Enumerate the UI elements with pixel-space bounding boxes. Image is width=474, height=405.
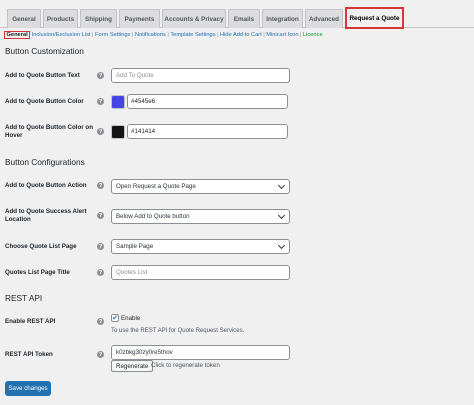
quote-list-title-input[interactable]: Quotes List	[111, 265, 290, 280]
chevron-down-icon	[277, 241, 286, 250]
alert-location-value: Below Add to Quote button	[116, 213, 190, 220]
subnav-licence[interactable]: Licence	[303, 32, 323, 38]
help-icon[interactable]: ?	[97, 318, 104, 325]
subnav-notifications[interactable]: Notifications	[135, 32, 166, 38]
subnav-hide-add-to-cart[interactable]: Hide Add to Cart	[220, 32, 262, 38]
label-button-hover-color: Add to Quote Button Color on Hover	[5, 124, 93, 139]
label-quote-list-title: Quotes List Page Title	[5, 269, 70, 276]
help-icon[interactable]: ?	[97, 128, 104, 135]
button-color-input[interactable]: #4545e6	[127, 94, 288, 109]
quote-list-page-select[interactable]: Sample Page	[111, 239, 290, 254]
subnav-general[interactable]: General	[4, 31, 31, 39]
button-text-input[interactable]: Add To Quote	[111, 68, 290, 83]
settings-tabs: General Products Shipping Payments Accou…	[0, 7, 474, 29]
section-button-configurations: Button Configurations	[5, 157, 85, 167]
chevron-down-icon	[277, 211, 286, 220]
enable-rest-api-checkbox[interactable]: ✔	[111, 314, 119, 322]
help-icon[interactable]: ?	[97, 269, 104, 276]
section-rest-api: REST API	[5, 293, 43, 303]
label-rest-api-token: REST API Token	[5, 351, 53, 358]
alert-location-select[interactable]: Below Add to Quote button	[111, 209, 290, 224]
tab-request-a-quote[interactable]: Request a Quote	[345, 7, 404, 29]
tab-accounts-privacy[interactable]: Accounts & Privacy	[162, 9, 226, 28]
button-hover-color-input[interactable]: #141414	[127, 124, 288, 139]
subnav-minicart-icon[interactable]: Minicart Icon	[266, 32, 298, 38]
tab-emails[interactable]: Emails	[228, 9, 260, 28]
tab-advanced[interactable]: Advanced	[305, 9, 343, 28]
chevron-down-icon	[277, 181, 286, 190]
label-enable-rest-api: Enable REST API	[5, 318, 56, 325]
enable-checkbox-label: Enable	[121, 315, 141, 322]
tab-products[interactable]: Products	[43, 9, 78, 28]
rest-api-token-input[interactable]: k0zbkg30zy0re5thov	[111, 345, 290, 360]
subnav-template-settings[interactable]: Template Settings	[170, 32, 215, 38]
tab-general[interactable]: General	[7, 9, 41, 28]
button-action-select[interactable]: Open Request a Quote Page	[111, 179, 290, 194]
help-icon[interactable]: ?	[97, 72, 104, 79]
checkmark-icon: ✔	[112, 314, 118, 322]
rest-api-description: To use the REST API for Quote Request Se…	[111, 328, 245, 334]
section-button-customization: Button Customization	[5, 46, 84, 56]
button-color-swatch[interactable]	[111, 95, 125, 109]
label-alert-location: Add to Quote Success Alert Location	[5, 208, 87, 223]
label-quote-list-page: Choose Quote List Page	[5, 243, 77, 250]
help-icon[interactable]: ?	[97, 98, 104, 105]
help-icon[interactable]: ?	[97, 351, 104, 358]
label-button-action: Add to Quote Button Action	[5, 182, 87, 189]
help-icon[interactable]: ?	[97, 182, 104, 189]
regenerate-hint: Click to regenerate token	[151, 362, 220, 369]
quote-list-page-value: Sample Page	[116, 243, 154, 250]
help-icon[interactable]: ?	[97, 212, 104, 219]
button-action-value: Open Request a Quote Page	[116, 183, 196, 190]
sub-navigation: General Inclusion/Exclusion List | Form S…	[4, 29, 323, 41]
tab-payments[interactable]: Payments	[119, 9, 160, 28]
label-button-color: Add to Quote Button Color	[5, 98, 84, 105]
tab-integration[interactable]: Integration	[262, 9, 303, 28]
tab-shipping[interactable]: Shipping	[80, 9, 117, 28]
regenerate-button[interactable]: Regenerate	[111, 360, 154, 372]
subnav-form-settings[interactable]: Form Settings	[95, 32, 130, 38]
help-icon[interactable]: ?	[97, 243, 104, 250]
label-button-text: Add to Quote Button Text	[5, 72, 80, 79]
button-hover-color-swatch[interactable]	[111, 125, 125, 139]
save-changes-button[interactable]: Save changes	[5, 381, 51, 396]
subnav-inclusion-exclusion[interactable]: Inclusion/Exclusion List	[32, 32, 91, 38]
